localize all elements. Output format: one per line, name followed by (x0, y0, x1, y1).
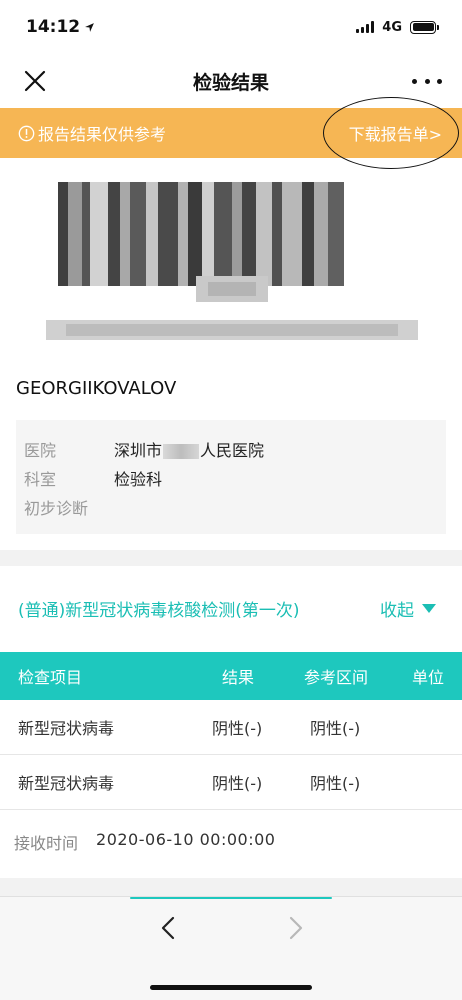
home-indicator (150, 985, 312, 990)
nav-bar: 检验结果 (0, 54, 462, 108)
hospital-prefix: 深圳市 (114, 440, 163, 460)
row-item: 新型冠状病毒 (18, 719, 115, 738)
status-time-text: 14:12 (26, 17, 81, 37)
barcode-bar (120, 182, 130, 286)
barcode-bar (58, 182, 68, 286)
barcode-bar (314, 182, 328, 286)
barcode-bar (108, 182, 120, 286)
battery-icon (410, 20, 439, 34)
notice-text: 报告结果仅供参考 (38, 125, 167, 144)
section-divider-bottom (0, 878, 462, 896)
results-table-header: 检查项目 结果 参考区间 单位 (0, 652, 462, 700)
test-title: (普通)新型冠状病毒核酸检测(第一次) (18, 600, 300, 621)
patient-info-box: 医院 深圳市 人民医院 科室 检验科 初步诊断 (16, 420, 446, 534)
department-value: 检验科 (114, 469, 163, 489)
redacted-block (163, 443, 200, 459)
barcode-bar (68, 182, 82, 286)
download-report-link[interactable]: 下载报告单> (347, 121, 444, 145)
more-icon[interactable] (412, 68, 442, 94)
receive-time-label: 接收时间 (14, 834, 79, 853)
signal-icon (356, 21, 375, 33)
status-time: 14:12 (26, 17, 95, 37)
barcode-bar (146, 182, 158, 286)
barcode-bar (282, 182, 302, 286)
row-reference: 阴性(-) (310, 719, 361, 738)
page-title: 检验结果 (192, 71, 269, 94)
header-item: 检查项目 (18, 668, 83, 687)
status-indicators: 4G (356, 19, 439, 35)
department-label: 科室 (24, 469, 57, 489)
barcode-bar (214, 182, 232, 286)
notice-left: 报告结果仅供参考 (18, 121, 166, 145)
info-row-diagnosis: 初步诊断 (24, 492, 446, 521)
table-row: 新型冠状病毒 阴性(-) 阴性(-) (0, 700, 462, 755)
barcode-bar (178, 182, 188, 286)
status-bar: 14:12 4G (0, 0, 462, 54)
diagnosis-label: 初步诊断 (24, 498, 89, 518)
barcode-image (46, 182, 418, 340)
barcode-bar (82, 182, 90, 286)
barcode-bar (232, 182, 242, 286)
triangle-down-icon (422, 603, 436, 613)
hidden-button-edge (130, 897, 332, 899)
barcode-bar (90, 182, 108, 286)
info-row-hospital: 医院 深圳市 人民医院 (24, 434, 446, 463)
test-header: (普通)新型冠状病毒核酸检测(第一次) 收起 (0, 580, 462, 636)
chevron-right-icon[interactable] (282, 915, 308, 941)
barcode-bar (328, 182, 344, 286)
browser-toolbar (0, 896, 462, 1000)
notice-banner: 报告结果仅供参考 下载报告单> (0, 108, 462, 158)
hospital-label: 医院 (24, 440, 57, 460)
row-result: 阴性(-) (212, 719, 263, 738)
header-unit: 单位 (412, 668, 445, 687)
info-row-department: 科室 检验科 (24, 463, 446, 492)
row-item: 新型冠状病毒 (18, 774, 115, 793)
barcode-bar (302, 182, 314, 286)
barcode-bar (188, 182, 202, 286)
barcode-bar (158, 182, 178, 286)
section-divider (0, 550, 462, 566)
barcode-bar (272, 182, 282, 286)
header-result: 结果 (222, 668, 255, 687)
row-result: 阴性(-) (212, 774, 263, 793)
hospital-value: 深圳市 人民医院 (114, 437, 264, 461)
table-row: 新型冠状病毒 阴性(-) 阴性(-) (0, 755, 462, 810)
barcode-bar (202, 182, 214, 286)
row-reference: 阴性(-) (310, 774, 361, 793)
barcode-bar (256, 182, 272, 286)
network-type: 4G (382, 19, 402, 35)
receive-time-value: 2020-06-10 00:00:00 (96, 830, 276, 849)
location-arrow-icon (85, 22, 95, 32)
patient-name: GEORGIIKOVALOV (16, 378, 177, 399)
close-icon[interactable] (22, 68, 48, 94)
chevron-left-icon[interactable] (156, 915, 182, 941)
hospital-suffix: 人民医院 (200, 440, 265, 460)
receive-time-row: 接收时间 2020-06-10 00:00:00 (14, 830, 275, 854)
collapse-button[interactable]: 收起 (380, 596, 436, 621)
barcode-bar (130, 182, 146, 286)
info-circle-icon (18, 125, 35, 141)
collapse-label: 收起 (380, 600, 414, 621)
barcode-bar (242, 182, 256, 286)
header-reference: 参考区间 (304, 668, 369, 687)
